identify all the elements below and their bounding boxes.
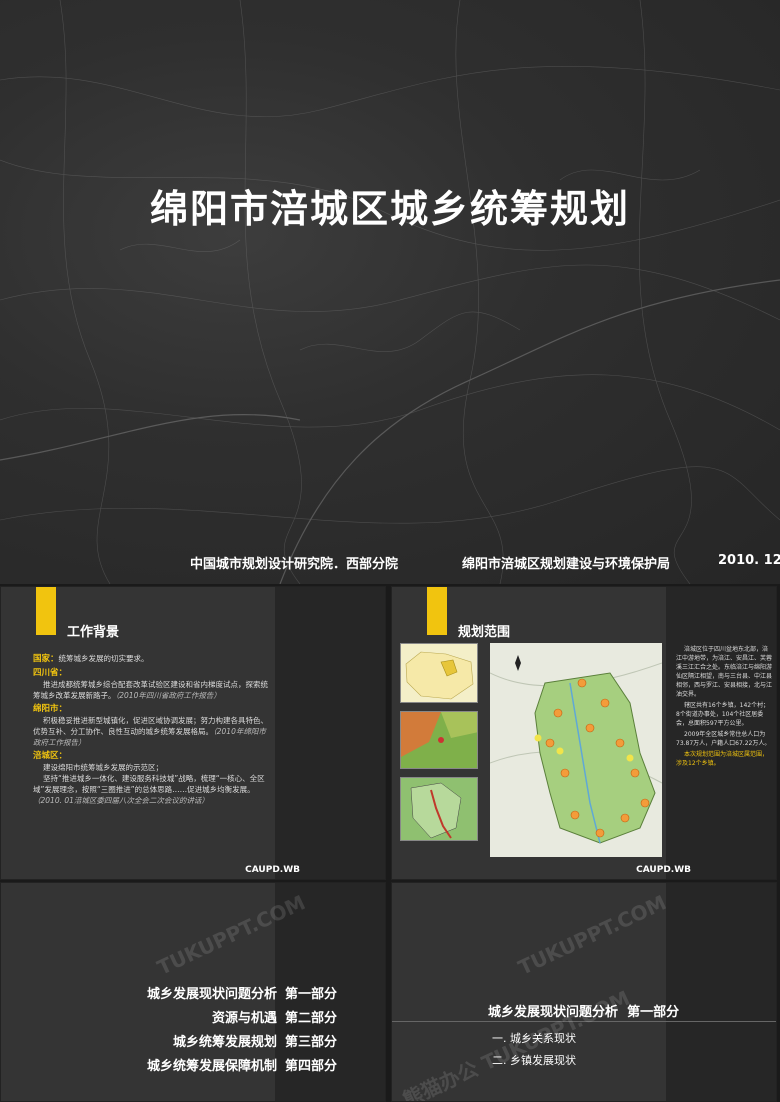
scope-description: 涪城区位于四川盆地东北部，涪江中游地带，为涪江、安昌江、芙蓉溪三江汇合之处。东临… xyxy=(676,645,772,770)
cover-date: 2010. 12 xyxy=(718,553,780,568)
footer-mark: CAUPD.WB xyxy=(636,865,691,875)
contents-part: 第一部分 xyxy=(284,987,337,1002)
region-map xyxy=(400,777,479,842)
accent-bar xyxy=(427,587,447,635)
contents-item: 城乡统筹发展保障机制 第四部分 xyxy=(147,1055,337,1079)
national-head: 国家： xyxy=(33,654,59,664)
scope-p1: 涪城区位于四川盆地东北部，涪江中游地带，为涪江、安昌江、芙蓉溪三江汇合之处。东临… xyxy=(676,646,773,698)
map-texture xyxy=(0,0,780,584)
scope-p2: 辖区共有16个乡镇，142个村；8个街道办事处，104个社区居委会，总面积597… xyxy=(676,702,770,727)
contents-label: 城乡统筹发展保障机制 xyxy=(146,1059,277,1074)
contents-item: 城乡统筹发展规划 第三部分 xyxy=(147,1031,337,1055)
inset-maps xyxy=(400,643,479,849)
contents-part: 第二部分 xyxy=(284,1011,337,1026)
cover-slide: 绵阳市涪城区城乡统筹规划 中国城市规划设计研究院．西部分院 绵阳市涪城区规划建设… xyxy=(0,0,780,584)
watermark: TUKUPPT.COM xyxy=(514,890,670,980)
background-text: 国家：统筹城乡发展的切实要求。 四川省： 推进成都统筹城乡综合配套改革试验区建设… xyxy=(33,653,273,806)
fucheng-note: （2010. 01涪城区委四届八次全会二次会议的讲话） xyxy=(33,796,209,805)
contents-list: 城乡发展现状问题分析 第一部分 资源与机遇 第二部分 城乡统筹发展规划 第三部分 城乡… xyxy=(147,983,337,1079)
fucheng-text-1: 建设绵阳市统筹城乡发展的示范区； xyxy=(43,763,163,772)
side-panel xyxy=(666,883,776,1101)
contents-part: 第三部分 xyxy=(284,1035,337,1050)
side-panel xyxy=(275,587,385,879)
scope-p3: 2009年全区城乡常住总人口为73.87万人，户籍人口67.22万人。 xyxy=(676,731,771,747)
contents-label: 资源与机遇 xyxy=(211,1011,277,1026)
slide-title: 规划范围 xyxy=(458,625,511,640)
province-map xyxy=(400,643,479,704)
fucheng-text-2: 坚持“推进城乡一体化、建设服务科技城”战略，梳理“一核心、全区域”发展理念，按照… xyxy=(33,774,265,794)
section-part: 第一部分 xyxy=(627,1005,680,1020)
cover-title: 绵阳市涪城区城乡统筹规划 xyxy=(149,187,630,231)
slide-title: 工作背景 xyxy=(67,625,120,640)
accent-bar xyxy=(36,587,56,635)
sichuan-note: （2010年四川省政府工作报告） xyxy=(115,691,221,700)
slide-planning-scope: 规划范围 涪城区位于四川盆地东北部，涪江中游地带，为涪江、安昌江、芙蓉溪三江汇合… xyxy=(391,586,777,880)
sichuan-head: 四川省： xyxy=(33,668,68,678)
footer-mark: CAUPD.WB xyxy=(245,865,300,875)
slide-contents: 城乡发展现状问题分析 第一部分 资源与机遇 第二部分 城乡统筹发展规划 第三部分 城乡… xyxy=(0,882,386,1102)
slide-work-background: 工作背景 国家：统筹城乡发展的切实要求。 四川省： 推进成都统筹城乡综合配套改革… xyxy=(0,586,386,880)
contents-item: 资源与机遇 第二部分 xyxy=(147,1007,337,1031)
org-name-1: 中国城市规划设计研究院．西部分院 xyxy=(190,557,399,572)
national-text: 统筹城乡发展的切实要求。 xyxy=(58,654,149,663)
contents-part: 第四部分 xyxy=(284,1059,337,1074)
cover-footer: 中国城市规划设计研究院．西部分院 绵阳市涪城区规划建设与环境保护局 2010. … xyxy=(0,553,780,575)
terrain-map xyxy=(400,711,479,770)
slide-section-one: 城乡发展现状问题分析 第一部分 一. 城乡关系现状 二. 乡镇发展现状 TUKU… xyxy=(391,882,777,1102)
org-name-2: 绵阳市涪城区规划建设与环境保护局 xyxy=(462,557,671,572)
district-map xyxy=(490,643,662,857)
contents-label: 城乡统筹发展规划 xyxy=(172,1035,277,1050)
contents-item: 城乡发展现状问题分析 第一部分 xyxy=(147,983,337,1007)
fucheng-head: 涪城区： xyxy=(33,751,68,761)
scope-p4: 本次规划范围为涪城区属范围，涉及12个乡镇。 xyxy=(676,751,769,767)
mianyang-head: 绵阳市： xyxy=(33,704,68,714)
contents-label: 城乡发展现状问题分析 xyxy=(146,987,277,1002)
